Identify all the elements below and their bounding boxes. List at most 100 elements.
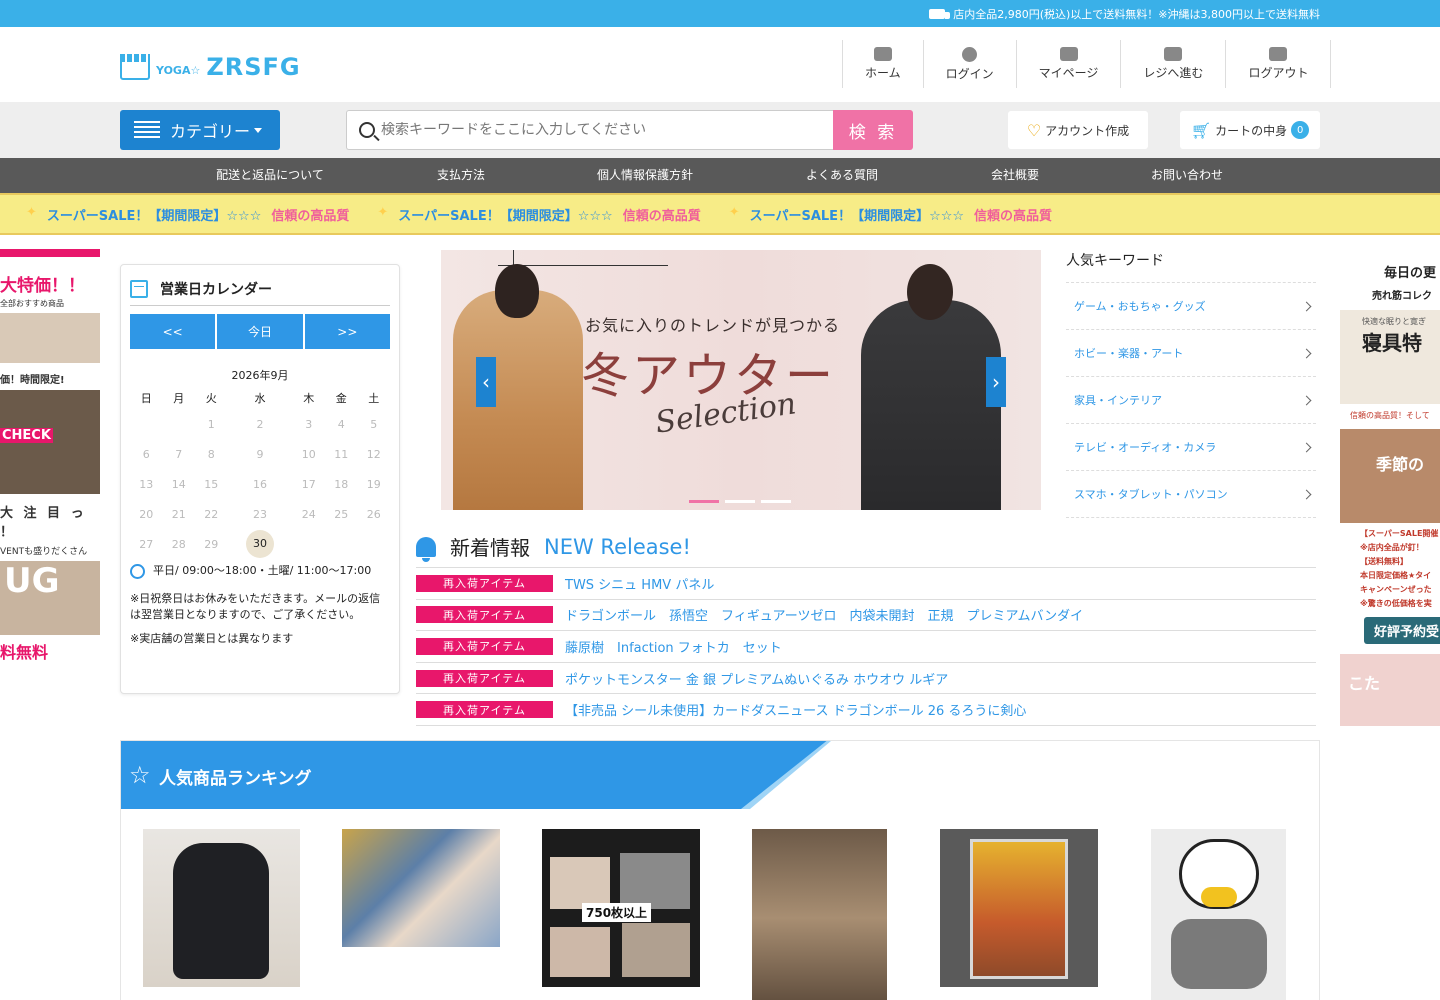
nav-payment[interactable]: 支払方法 — [437, 158, 485, 193]
ribbon-segment: ✦ スーパーSALE！【期間限定】☆☆☆ 信頼の高品質 — [729, 205, 1052, 224]
keyword-label: スマホ・タブレット・パソコン — [1074, 488, 1228, 501]
keyword-item[interactable]: ホビー・楽器・アート — [1066, 330, 1316, 377]
calendar-day: 16 — [253, 477, 267, 491]
calendar-day: 19 — [366, 477, 381, 491]
bedding-caption: 信頼の高品質！そして — [1350, 411, 1430, 420]
news-link[interactable]: 藤原樹 Infaction フォトカ セット — [565, 637, 782, 656]
weekday-label: 木 — [303, 392, 315, 405]
nav-privacy[interactable]: 個人情報保護方針 — [597, 158, 693, 193]
nav-company[interactable]: 会社概要 — [991, 158, 1039, 193]
nav-login-label: ログイン — [945, 66, 994, 81]
news-title: 新着情報 — [450, 536, 530, 560]
model-head — [907, 264, 953, 320]
notice-text: 店内全品2,980円(税込)以上で送料無料！※沖縄は3,800円以上で送料無料 — [953, 7, 1320, 21]
prev-month-button[interactable]: << — [130, 314, 216, 349]
weekday-label: 金 — [335, 392, 347, 405]
keyword-item[interactable]: テレビ・オーディオ・カメラ — [1066, 424, 1316, 471]
slider-next-button[interactable]: › — [986, 357, 1006, 407]
calendar-day — [325, 529, 358, 559]
nav-mypage[interactable]: マイページ — [1017, 40, 1122, 88]
nav-faq[interactable]: よくある質問 — [806, 158, 878, 193]
calendar-day: 27 — [139, 537, 154, 551]
calendar-day — [163, 409, 196, 439]
photo-card — [620, 853, 690, 909]
calendar-day: 11 — [334, 447, 349, 461]
nav-login[interactable]: ログイン — [924, 40, 1017, 88]
preorder-pill[interactable]: 好評予約受 — [1364, 617, 1440, 644]
calendar-day: 8 — [207, 447, 215, 461]
keyword-item[interactable]: ゲーム・おもちゃ・グッズ — [1066, 283, 1316, 330]
chevron-left-icon: ‹ — [482, 370, 490, 394]
logo-prefix: YOGA☆ — [156, 63, 201, 77]
news-row[interactable]: 再入荷アイテム 【非売品 シール未使用】カードダスニュース ドラゴンボール 26 … — [416, 694, 1316, 726]
left-ad-subtitle: 全部おすすめ商品 — [0, 299, 64, 308]
nav-checkout[interactable]: レジへ進む — [1121, 40, 1227, 88]
today-button[interactable]: 今日 — [217, 314, 303, 349]
season-banner[interactable]: 季節の — [1340, 429, 1440, 523]
slider-dot[interactable] — [725, 500, 755, 503]
star-icon: ☆ — [129, 761, 151, 789]
nav-logout[interactable]: ログアウト — [1226, 40, 1332, 88]
search-input[interactable] — [381, 122, 801, 138]
news-link[interactable]: ポケットモンスター 金 銀 プレミアムぬいぐるみ ホウオウ ルギア — [565, 669, 948, 688]
keyword-item[interactable]: スマホ・タブレット・パソコン — [1066, 471, 1316, 518]
site-logo[interactable]: YOGA☆ ZRSFG — [120, 52, 301, 82]
ribbon-sale: スーパーSALE！【期間限定】☆☆☆ — [398, 208, 613, 224]
keywords-title: 人気キーワード — [1066, 246, 1316, 283]
product-image[interactable] — [752, 829, 887, 1000]
product-image[interactable] — [1151, 829, 1286, 1000]
calendar-note: ※日祝祭日はお休みをいただきます。メールの返信は翌営業日となりますので、ご了承く… — [130, 592, 381, 621]
keyword-item[interactable]: 家具・インテリア — [1066, 377, 1316, 424]
today-marker: 30 — [246, 530, 274, 558]
search-button[interactable]: 検 索 — [833, 110, 913, 150]
ug-photo: UG — [0, 561, 100, 635]
news-row[interactable]: 再入荷アイテム 藤原樹 Infaction フォトカ セット — [416, 631, 1316, 663]
nav-shipping[interactable]: 配送と返品について — [216, 158, 324, 193]
ribbon-segment: ✦ スーパーSALE！【期間限定】☆☆☆ 信頼の高品質 — [377, 205, 700, 224]
calendar-header: 営業日カレンダー — [130, 279, 390, 306]
product-image[interactable] — [342, 829, 500, 947]
cart-button[interactable]: 🛒︎ カートの中身 0 — [1180, 111, 1320, 149]
sparkle-icon: ✦ — [377, 204, 389, 220]
slider-prev-button[interactable]: ‹ — [476, 357, 496, 407]
news-row[interactable]: 再入荷アイテム ポケットモンスター 金 銀 プレミアムぬいぐるみ ホウオウ ルギア — [416, 663, 1316, 695]
news-link[interactable]: 【非売品 シール未使用】カードダスニュース ドラゴンボール 26 るろうに剣心 — [565, 700, 1026, 719]
nav-logout-label: ログアウト — [1248, 66, 1309, 80]
create-account-button[interactable]: ♡ アカウント作成 — [1008, 111, 1148, 149]
keyword-label: ゲーム・おもちゃ・グッズ — [1074, 300, 1206, 313]
product-image[interactable] — [143, 829, 300, 987]
nav-home[interactable]: ホーム — [843, 40, 924, 88]
next-month-button[interactable]: >> — [304, 314, 390, 349]
calendar-day: 2 — [256, 417, 264, 431]
product-image[interactable]: 750枚以上 — [542, 829, 700, 987]
restock-tag: 再入荷アイテム — [416, 669, 553, 687]
right-side-banners[interactable]: 毎日の更 売れ筋コレク 快適な眠りと寛ぎ 寝具特 信頼の高品質！そして 季節の … — [1340, 250, 1440, 740]
bedding-banner[interactable]: 快適な眠りと寛ぎ 寝具特 — [1340, 310, 1440, 404]
sparkle-icon: ✦ — [728, 204, 740, 220]
quantity-badge: 750枚以上 — [582, 903, 652, 922]
news-title-en: NEW Release! — [544, 534, 691, 559]
news-row[interactable]: 再入荷アイテム ドラゴンボール 孫悟空 フィギュアーツゼロ 内袋未開封 正規 プレ… — [416, 600, 1316, 632]
slider-dots — [689, 500, 791, 503]
photo-card — [550, 927, 610, 977]
id-card-icon — [1059, 47, 1078, 61]
news-link[interactable]: TWS シニュ HMV パネル — [565, 574, 714, 593]
news-link[interactable]: ドラゴンボール 孫悟空 フィギュアーツゼロ 内袋未開封 正規 プレミアムバンダイ — [565, 605, 1083, 624]
hero-slider[interactable]: お気に入りのトレンドが見つかる 冬アウター Selection ‹ › — [441, 250, 1041, 510]
calendar-day: 6 — [142, 447, 150, 461]
chevron-down-icon — [254, 127, 263, 133]
left-side-banners[interactable]: 大特価！！ 全部おすすめ商品 価！時間限定! CHECK 大 注 目 っ ！ V… — [0, 249, 100, 739]
category-button[interactable]: カテゴリー — [120, 110, 280, 150]
sale-ribbon[interactable]: 信頼の高品質 ✦ スーパーSALE！【期間限定】☆☆☆ 信頼の高品質 ✦ スーパーSA… — [0, 193, 1440, 235]
user-icon — [962, 46, 978, 62]
product-image[interactable] — [940, 829, 1098, 987]
nav-contact[interactable]: お問い合わせ — [1151, 158, 1223, 193]
news-row[interactable]: 再入荷アイテム TWS シニュ HMV パネル — [416, 568, 1316, 600]
calendar-day: 10 — [301, 447, 316, 461]
kotatsu-banner[interactable]: こた — [1340, 654, 1440, 726]
calendar-day: 15 — [204, 477, 219, 491]
bedding-banner-small: 快適な眠りと寛ぎ — [1362, 317, 1426, 326]
calendar-day: 26 — [366, 507, 381, 521]
slider-dot[interactable] — [689, 500, 719, 503]
slider-dot[interactable] — [761, 500, 791, 503]
